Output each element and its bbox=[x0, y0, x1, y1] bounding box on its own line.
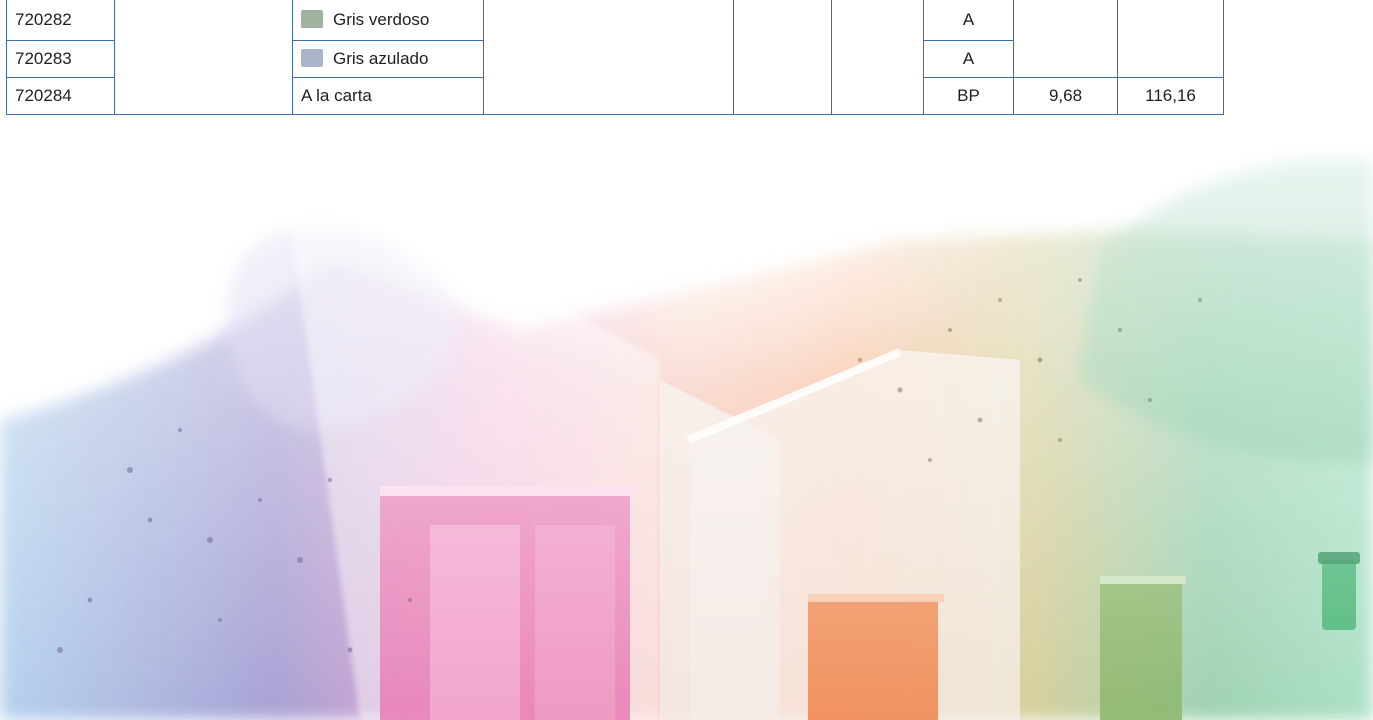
code-cell: A bbox=[923, 40, 1014, 78]
color-name-cell: Gris azulado bbox=[292, 40, 484, 78]
table-row: 720282 Gris verdoso A bbox=[6, 0, 1224, 115]
color-name-cell: A la carta bbox=[292, 77, 484, 115]
ref-cell: 720283 bbox=[6, 40, 115, 78]
empty-cell bbox=[483, 0, 734, 115]
ref-cell: 720282 bbox=[6, 0, 115, 41]
empty-cell bbox=[831, 0, 924, 115]
color-name: Gris verdoso bbox=[333, 9, 430, 29]
color-name-cell: Gris verdoso bbox=[292, 0, 484, 41]
code-cell: A bbox=[923, 0, 1014, 41]
code-cell: BP bbox=[923, 77, 1014, 115]
empty-cell bbox=[733, 0, 832, 115]
color-swatch-icon bbox=[301, 9, 323, 28]
ref-cell: 720284 bbox=[6, 77, 115, 115]
price-b-cell bbox=[1117, 0, 1224, 78]
color-swatch-icon bbox=[301, 49, 323, 67]
color-name: Gris azulado bbox=[333, 49, 429, 68]
price-a-cell: 9,68 bbox=[1013, 77, 1118, 115]
price-b-cell: 116,16 bbox=[1117, 77, 1224, 115]
empty-cell bbox=[114, 0, 293, 115]
product-table: 720282 Gris verdoso A 720283 Gris azulad… bbox=[6, 0, 1224, 115]
price-a-cell bbox=[1013, 0, 1118, 78]
